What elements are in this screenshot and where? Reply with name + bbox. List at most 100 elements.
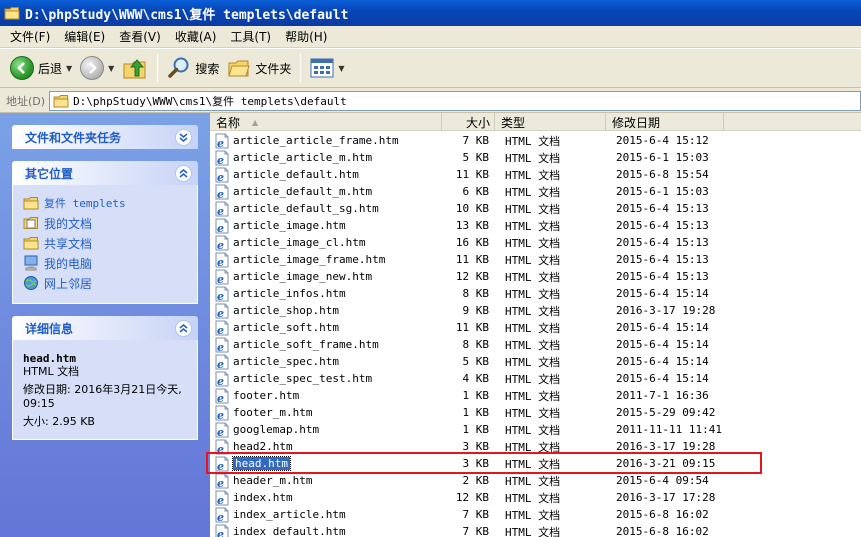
html-file-icon: e xyxy=(214,252,230,269)
file-row[interactable]: e article_default_m.htm 6 KB HTML 文档 2015-6-… xyxy=(210,183,861,201)
file-date: 2015-6-4 15:13 xyxy=(616,202,709,215)
file-row[interactable]: e article_default.htm 11 KB HTML 文档 2015-6-8… xyxy=(210,166,861,184)
file-type: HTML 文档 xyxy=(505,185,561,199)
search-label: 搜索 xyxy=(195,61,220,76)
html-file-icon: e xyxy=(214,201,230,218)
my-computer-icon xyxy=(23,255,39,271)
file-name: article_image_cl.htm xyxy=(233,236,366,249)
file-name-cell: e article_default_sg.htm xyxy=(210,201,442,218)
file-row[interactable]: e article_default_sg.htm 10 KB HTML 文档 2015-… xyxy=(210,200,861,218)
back-dropdown-icon[interactable]: ▼ xyxy=(66,64,72,73)
file-name-cell: e index.htm xyxy=(210,490,442,507)
file-row[interactable]: e article_soft_frame.htm 8 KB HTML 文档 2015-6… xyxy=(210,336,861,354)
details-size: 大小: 2.95 KB xyxy=(23,415,95,428)
file-row[interactable]: e googlemap.htm 1 KB HTML 文档 2011-11-11 11:4… xyxy=(210,421,861,439)
menu-edit[interactable]: 编辑(E) xyxy=(58,28,111,45)
column-header-date[interactable]: 修改日期 xyxy=(606,113,724,131)
menu-favorites[interactable]: 收藏(A) xyxy=(169,28,223,45)
file-row[interactable]: e article_spec_test.htm 4 KB HTML 文档 2015-6-… xyxy=(210,370,861,388)
file-type: HTML 文档 xyxy=(505,389,561,403)
file-name-cell: e footer_m.htm xyxy=(210,405,442,422)
folders-button[interactable]: 文件夹 xyxy=(223,52,295,84)
svg-text:e: e xyxy=(217,426,224,438)
place-link-shared-documents[interactable]: 共享文档 xyxy=(23,233,187,253)
html-file-icon: e xyxy=(214,405,230,422)
file-type: HTML 文档 xyxy=(505,287,561,301)
chevron-up-icon[interactable] xyxy=(175,164,192,182)
file-type: HTML 文档 xyxy=(505,491,561,505)
file-date: 2015-6-4 15:14 xyxy=(616,338,709,351)
file-row[interactable]: e article_spec.htm 5 KB HTML 文档 2015-6-4 15:… xyxy=(210,353,861,371)
file-name: article_spec.htm xyxy=(233,355,339,368)
html-file-icon: e xyxy=(214,235,230,252)
file-name: article_default_m.htm xyxy=(233,185,373,198)
file-row[interactable]: e article_shop.htm 9 KB HTML 文档 2016-3-17 19… xyxy=(210,302,861,320)
address-input[interactable]: D:\phpStudy\WWW\cms1\复件 templets\default xyxy=(49,90,861,111)
place-link-my-computer[interactable]: 我的电脑 xyxy=(23,253,187,273)
file-name: footer_m.htm xyxy=(233,406,313,419)
place-link-my-documents[interactable]: 我的文档 xyxy=(23,213,187,233)
tasks-panel-header[interactable]: 文件和文件夹任务 xyxy=(12,125,198,149)
file-row[interactable]: e header_m.htm 2 KB HTML 文档 2015-6-4 09:54 xyxy=(210,472,861,490)
svg-text:e: e xyxy=(217,409,224,421)
up-folder-icon xyxy=(123,59,146,79)
file-size: 11 KB xyxy=(455,321,489,334)
file-type: HTML 文档 xyxy=(505,219,561,233)
file-row[interactable]: e index.htm 12 KB HTML 文档 2016-3-17 17:28 xyxy=(210,489,861,507)
column-header-type[interactable]: 类型 xyxy=(495,113,606,131)
forward-dropdown-icon[interactable]: ▼ xyxy=(108,64,114,73)
file-name-cell: e article_article_frame.htm xyxy=(210,133,442,150)
search-icon xyxy=(168,57,189,78)
html-file-icon: e xyxy=(214,507,230,524)
up-folder-button[interactable] xyxy=(118,52,152,84)
chevron-up-icon[interactable] xyxy=(175,319,192,337)
svg-text:e: e xyxy=(217,375,224,387)
views-dropdown-icon[interactable]: ▼ xyxy=(338,64,344,73)
forward-button[interactable]: ▼ xyxy=(76,52,118,84)
place-link-parent-folder[interactable]: 复件 templets xyxy=(23,193,187,213)
file-row[interactable]: e article_soft.htm 11 KB HTML 文档 2015-6-4 15… xyxy=(210,319,861,337)
file-size: 12 KB xyxy=(455,270,489,283)
file-row[interactable]: e index_default.htm 7 KB HTML 文档 2015-6-8 16… xyxy=(210,523,861,537)
file-date: 2015-6-1 15:03 xyxy=(616,185,709,198)
back-button[interactable]: 后退 ▼ xyxy=(6,52,76,84)
task-pane: 文件和文件夹任务 其它位置 复件 templets 我的文档 共享文档 我的电脑… xyxy=(0,113,210,537)
file-date: 2015-6-4 09:54 xyxy=(616,474,709,487)
file-row[interactable]: e article_infos.htm 8 KB HTML 文档 2015-6-4 15… xyxy=(210,285,861,303)
menu-help[interactable]: 帮助(H) xyxy=(279,28,333,45)
file-row[interactable]: e index_article.htm 7 KB HTML 文档 2015-6-8 16… xyxy=(210,506,861,524)
file-type: HTML 文档 xyxy=(505,134,561,148)
file-row[interactable]: e footer.htm 1 KB HTML 文档 2011-7-1 16:36 xyxy=(210,387,861,405)
file-row[interactable]: e article_article_m.htm 5 KB HTML 文档 2015-6-… xyxy=(210,149,861,167)
file-row[interactable]: e article_image_frame.htm 11 KB HTML 文档 2015… xyxy=(210,251,861,269)
title-bar[interactable]: D:\phpStudy\WWW\cms1\复件 templets\default xyxy=(0,0,861,26)
chevron-down-icon[interactable] xyxy=(175,128,192,146)
menu-tools[interactable]: 工具(T) xyxy=(224,28,277,45)
html-file-icon: e xyxy=(214,150,230,167)
menu-view[interactable]: 查看(V) xyxy=(113,28,167,45)
folder-icon xyxy=(23,195,39,211)
file-type: HTML 文档 xyxy=(505,253,561,267)
file-row[interactable]: e article_image.htm 13 KB HTML 文档 2015-6-4 1… xyxy=(210,217,861,235)
search-button[interactable]: 搜索 xyxy=(163,52,223,84)
column-header-size[interactable]: 大小 xyxy=(442,113,495,131)
file-type: HTML 文档 xyxy=(505,304,561,318)
svg-text:e: e xyxy=(217,154,224,166)
details-body: head.htm HTML 文档 修改日期: 2016年3月21日今天, 09:… xyxy=(12,340,198,440)
file-name-cell: e header_m.htm xyxy=(210,473,442,490)
other-places-header[interactable]: 其它位置 xyxy=(12,161,198,185)
details-header[interactable]: 详细信息 xyxy=(12,316,198,340)
file-size: 13 KB xyxy=(455,219,489,232)
file-name: googlemap.htm xyxy=(233,423,320,436)
file-name: header_m.htm xyxy=(233,474,313,487)
file-row[interactable]: e footer_m.htm 1 KB HTML 文档 2015-5-29 09:42 xyxy=(210,404,861,422)
menu-file[interactable]: 文件(F) xyxy=(4,28,56,45)
place-link-network-places[interactable]: 网上邻居 xyxy=(23,273,187,293)
svg-text:e: e xyxy=(217,341,224,353)
file-size: 8 KB xyxy=(462,338,490,351)
views-button[interactable]: ▼ xyxy=(306,52,348,84)
file-row[interactable]: e article_image_new.htm 12 KB HTML 文档 2015-6… xyxy=(210,268,861,286)
file-row[interactable]: e article_image_cl.htm 16 KB HTML 文档 2015-6-… xyxy=(210,234,861,252)
column-header-name[interactable]: 名称 ▲ xyxy=(210,113,442,131)
file-row[interactable]: e article_article_frame.htm 7 KB HTML 文档 201… xyxy=(210,132,861,150)
